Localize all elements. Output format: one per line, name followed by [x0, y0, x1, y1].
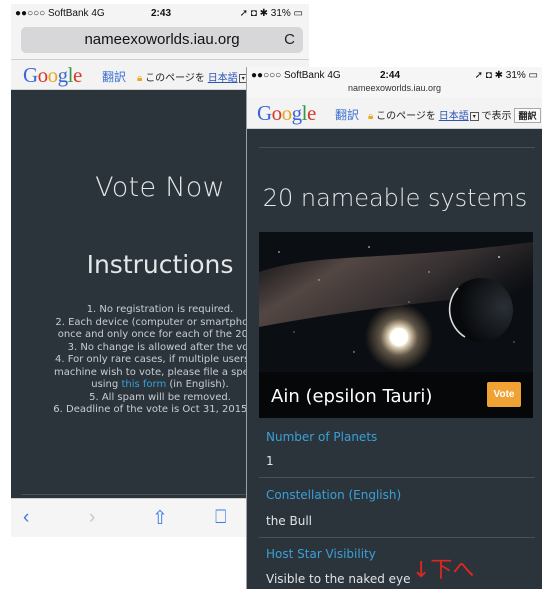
lock-icon: 🔒︎ — [137, 73, 143, 84]
dropdown-icon[interactable]: ▾ — [469, 111, 479, 121]
address-bar: nameexoworlds.iau.org C — [11, 22, 309, 60]
divider — [259, 537, 535, 538]
translate-button[interactable]: 翻訳 — [514, 108, 541, 123]
url-text[interactable]: nameexoworlds.iau.org — [247, 83, 542, 93]
carrier-label: ●●○○○ SoftBank 4G — [15, 8, 105, 19]
battery-indicator: ➚ ◘ ✱ 31% ▭ — [474, 70, 538, 81]
status-bar: ●●○○○ SoftBank 4G 2:44 ➚ ◘ ✱ 31% ▭ namee… — [247, 67, 542, 97]
language-select[interactable]: 日本語 — [208, 73, 238, 84]
translate-label: 翻訳 — [102, 70, 127, 84]
field-value-constellation: the Bull — [266, 514, 313, 528]
battery-indicator: ➚ ◘ ✱ 31% ▭ — [239, 8, 303, 19]
field-value-planets: 1 — [266, 454, 274, 468]
this-form-link[interactable]: this form — [121, 379, 166, 390]
clock: 2:43 — [151, 8, 172, 19]
system-card[interactable]: Ain (epsilon Tauri) Vote — [259, 232, 533, 418]
field-label-constellation: Constellation (English) — [266, 488, 402, 502]
translate-prompt: 🔒︎ このページを 日本語 ▾ — [137, 69, 248, 84]
system-name: Ain (epsilon Tauri) — [271, 386, 433, 407]
url-text: nameexoworlds.iau.org — [84, 31, 240, 48]
google-translate-bar: Google 翻訳 🔒︎ このページを 日本語 ▾ で表示 翻訳 — [247, 97, 542, 129]
field-value-visibility: Visible to the naked eye — [266, 572, 411, 586]
status-bar: ●●○○○ SoftBank 4G 2:43 ➚ ◘ ✱ 31% ▭ — [11, 4, 309, 22]
divider — [259, 477, 535, 478]
google-logo: Google — [257, 101, 316, 125]
google-logo: Google — [23, 63, 82, 87]
phone-screenshot-nameable-systems: ●●○○○ SoftBank 4G 2:44 ➚ ◘ ✱ 31% ▭ namee… — [246, 67, 542, 589]
field-label-visibility: Host Star Visibility — [266, 547, 376, 561]
language-select[interactable]: 日本語 — [439, 111, 469, 122]
translate-label: 翻訳 — [335, 108, 360, 122]
reload-icon[interactable]: C — [284, 27, 295, 53]
forward-icon[interactable]: › — [89, 507, 95, 529]
bookmarks-icon[interactable]: ⎕ — [215, 507, 226, 529]
clock: 2:44 — [380, 70, 401, 81]
vote-button[interactable]: Vote — [487, 382, 521, 407]
share-icon[interactable]: ⇧ — [152, 507, 168, 530]
divider — [259, 147, 535, 148]
translate-prompt: 🔒︎ このページを 日本語 ▾ で表示 翻訳 — [368, 107, 541, 123]
lock-icon: 🔒︎ — [368, 111, 374, 122]
page-title: 20 nameable systems — [262, 184, 528, 212]
back-icon[interactable]: ‹ — [23, 507, 29, 529]
scroll-down-annotation: ↓下へ — [412, 558, 475, 583]
field-label-planets: Number of Planets — [266, 430, 378, 444]
url-field[interactable]: nameexoworlds.iau.org C — [21, 27, 303, 53]
carrier-label: ●●○○○ SoftBank 4G — [251, 70, 341, 81]
